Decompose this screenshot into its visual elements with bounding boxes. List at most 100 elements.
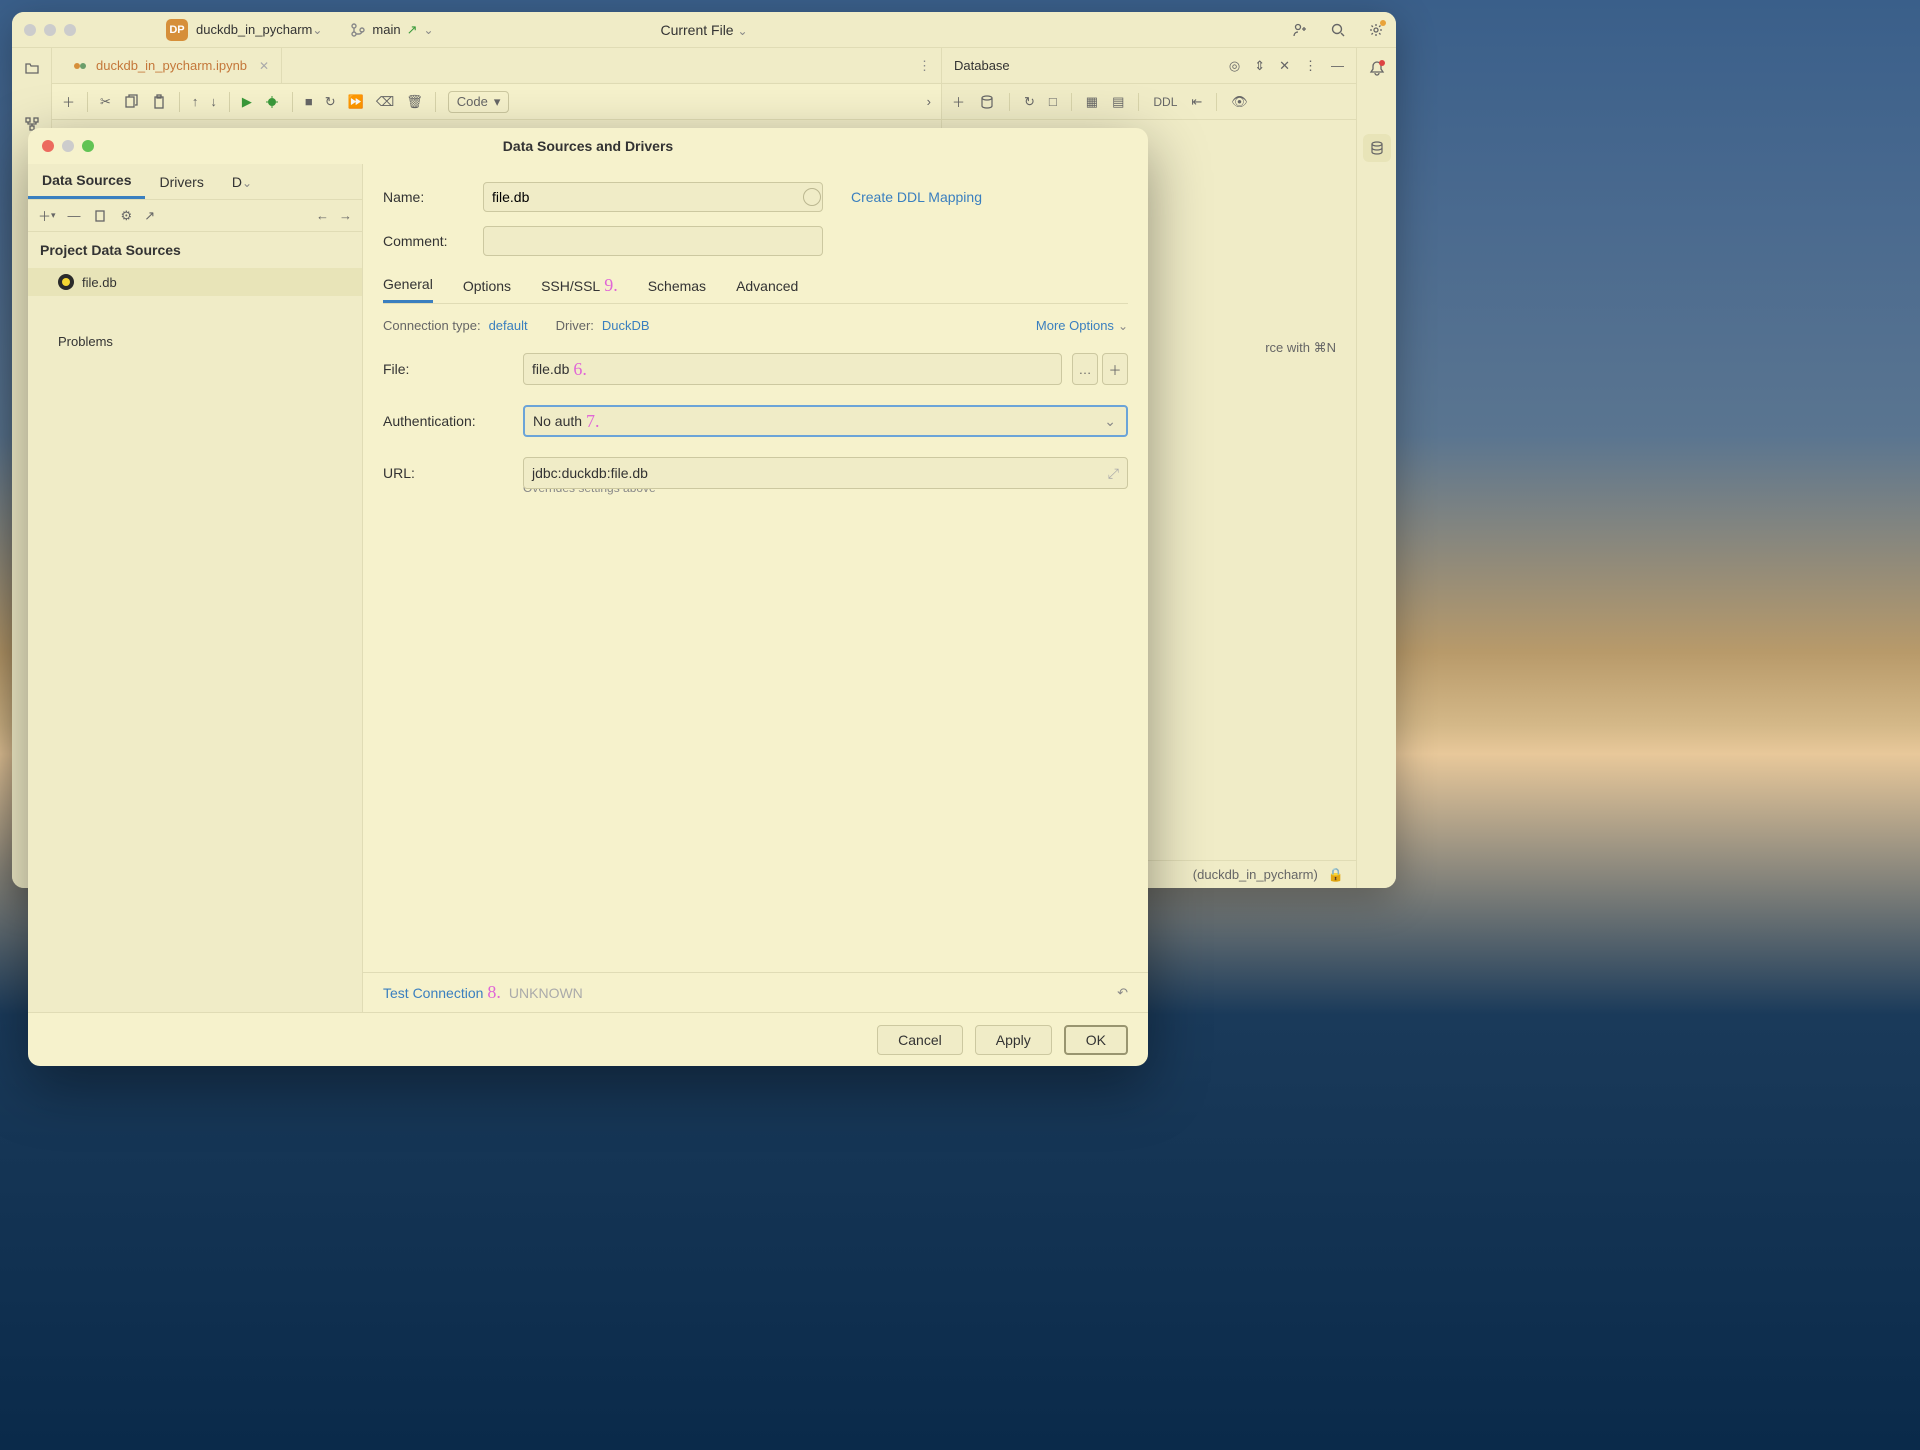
add-datasource-icon[interactable]: ＋▾	[38, 206, 56, 225]
file-label: File:	[383, 361, 513, 377]
expand-icon[interactable]: ⤢	[1108, 465, 1119, 482]
file-tab-label: duckdb_in_pycharm.ipynb	[96, 58, 247, 73]
file-tab[interactable]: duckdb_in_pycharm.ipynb ✕	[60, 48, 282, 84]
copy-icon[interactable]	[123, 94, 139, 110]
datasource-item[interactable]: file.db	[28, 268, 362, 296]
conn-type-label: Connection type:	[383, 318, 481, 333]
comment-input[interactable]	[483, 226, 823, 256]
revert-icon[interactable]: ↶	[1117, 985, 1128, 1001]
chevron-down-icon[interactable]	[312, 22, 322, 37]
copy-icon[interactable]	[93, 208, 109, 224]
color-picker-icon[interactable]	[803, 188, 821, 206]
cancel-button[interactable]: Cancel	[877, 1025, 963, 1055]
close-window[interactable]	[24, 24, 36, 36]
dialog-titlebar: Data Sources and Drivers	[28, 128, 1148, 164]
more-icon[interactable]: ⋮	[918, 58, 931, 74]
stop-icon[interactable]: □	[1049, 94, 1057, 109]
refresh-icon[interactable]: ↻	[1024, 94, 1035, 110]
zoom-dialog[interactable]	[82, 140, 94, 152]
comment-row: Comment:	[383, 226, 1128, 256]
add-icon[interactable]: ＋	[952, 92, 965, 111]
datasource-icon[interactable]	[979, 94, 995, 110]
target-icon[interactable]: ◎	[1229, 58, 1240, 74]
browse-file-button[interactable]: …	[1072, 353, 1098, 385]
clear-icon[interactable]: ⌫	[376, 94, 394, 110]
debug-icon[interactable]	[264, 94, 280, 110]
cell-type-select[interactable]: Code ▾	[448, 91, 510, 113]
settings-icon[interactable]	[1368, 22, 1384, 38]
tab-data-sources[interactable]: Data Sources	[28, 164, 145, 199]
add-file-button[interactable]: ＋	[1102, 353, 1128, 385]
external-link-icon[interactable]: ↗	[144, 208, 155, 224]
more-options-link[interactable]: More Options	[1036, 318, 1128, 333]
tab-options[interactable]: Options	[463, 270, 511, 303]
restart-icon[interactable]: ↻	[325, 94, 336, 110]
close-dialog[interactable]	[42, 140, 54, 152]
tab-ssh-ssl[interactable]: SSH/SSL9.	[541, 270, 618, 303]
minimize-icon[interactable]: —	[1331, 58, 1344, 74]
chevron-down-icon	[737, 22, 747, 38]
file-value: file.db	[532, 361, 569, 377]
collaborate-icon[interactable]	[1292, 22, 1308, 38]
auth-select[interactable]: No auth 7.	[523, 405, 1128, 437]
datasource-item-label: file.db	[82, 275, 117, 290]
file-buttons: … ＋	[1072, 353, 1128, 385]
close-tab-icon[interactable]: ✕	[259, 59, 269, 73]
problems-item[interactable]: Problems	[28, 326, 362, 357]
tab-advanced[interactable]: Advanced	[736, 270, 798, 303]
search-icon[interactable]	[1330, 22, 1346, 38]
eye-icon[interactable]: 👁	[1231, 94, 1248, 110]
add-cell-icon[interactable]: ＋	[62, 92, 75, 111]
remove-icon[interactable]: —	[68, 208, 81, 223]
ddl-label[interactable]: DDL	[1153, 95, 1177, 109]
move-down-icon[interactable]: ↓	[210, 94, 217, 109]
lock-icon[interactable]: 🔒	[1328, 867, 1344, 883]
project-icon[interactable]	[24, 60, 40, 76]
database-toolbar: ＋ ↻ □ ▦ ▤ DDL ⇤ 👁	[942, 84, 1356, 120]
current-file-selector[interactable]: Current File	[660, 22, 747, 38]
chevron-right-icon[interactable]: ›	[927, 94, 931, 109]
import-icon[interactable]: ⇤	[1191, 94, 1202, 110]
tab-general[interactable]: General	[383, 270, 433, 303]
cut-icon[interactable]: ✂	[100, 94, 111, 110]
interpreter-label[interactable]: (duckdb_in_pycharm)	[1193, 867, 1318, 882]
minimize-window[interactable]	[44, 24, 56, 36]
tab-schemas[interactable]: Schemas	[648, 270, 706, 303]
conn-type-link[interactable]: default	[489, 318, 528, 333]
notifications-icon[interactable]	[1369, 60, 1385, 76]
close-panel-icon[interactable]: ✕	[1279, 58, 1290, 74]
dialog-body: Data Sources Drivers D ＋▾ — ⚙ ↗ ← → Proj…	[28, 164, 1148, 1012]
trash-icon[interactable]: 🗑	[406, 94, 423, 110]
more-icon[interactable]: ⋮	[1304, 58, 1317, 74]
grid-icon[interactable]: ▤	[1112, 94, 1124, 110]
file-input[interactable]: file.db 6.	[523, 353, 1062, 385]
branch-selector[interactable]: main ↗	[350, 22, 433, 38]
apply-button[interactable]: Apply	[975, 1025, 1052, 1055]
ok-button[interactable]: OK	[1064, 1025, 1128, 1055]
run-all-icon[interactable]: ⏩	[348, 94, 364, 110]
editor-tabs: duckdb_in_pycharm.ipynb ✕ ⋮	[52, 48, 941, 84]
name-input[interactable]	[483, 182, 823, 212]
collapse-icon[interactable]: ⇕	[1254, 58, 1265, 74]
create-ddl-link[interactable]: Create DDL Mapping	[851, 189, 982, 205]
settings-icon[interactable]: ⚙	[121, 208, 133, 224]
database-tool-icon[interactable]	[1363, 134, 1391, 162]
move-up-icon[interactable]: ↑	[192, 94, 199, 109]
forward-icon[interactable]: →	[339, 208, 352, 223]
back-icon[interactable]: ←	[316, 208, 329, 223]
project-name[interactable]: duckdb_in_pycharm	[196, 22, 312, 37]
driver-link[interactable]: DuckDB	[602, 318, 650, 333]
test-connection-link[interactable]: Test Connection	[383, 985, 483, 1001]
tab-ddl[interactable]: D	[218, 164, 266, 199]
table-icon[interactable]: ▦	[1086, 94, 1098, 110]
run-icon[interactable]: ▶	[242, 94, 252, 110]
url-input[interactable]: jdbc:duckdb:file.db ⤢	[523, 457, 1128, 489]
paste-icon[interactable]	[151, 94, 167, 110]
more-options-label: More Options	[1036, 318, 1114, 333]
minimize-dialog[interactable]	[62, 140, 74, 152]
auth-value: No auth	[533, 413, 582, 429]
dialog-traffic-lights	[42, 140, 94, 152]
tab-drivers[interactable]: Drivers	[145, 164, 217, 199]
maximize-window[interactable]	[64, 24, 76, 36]
stop-icon[interactable]: ■	[305, 94, 313, 109]
